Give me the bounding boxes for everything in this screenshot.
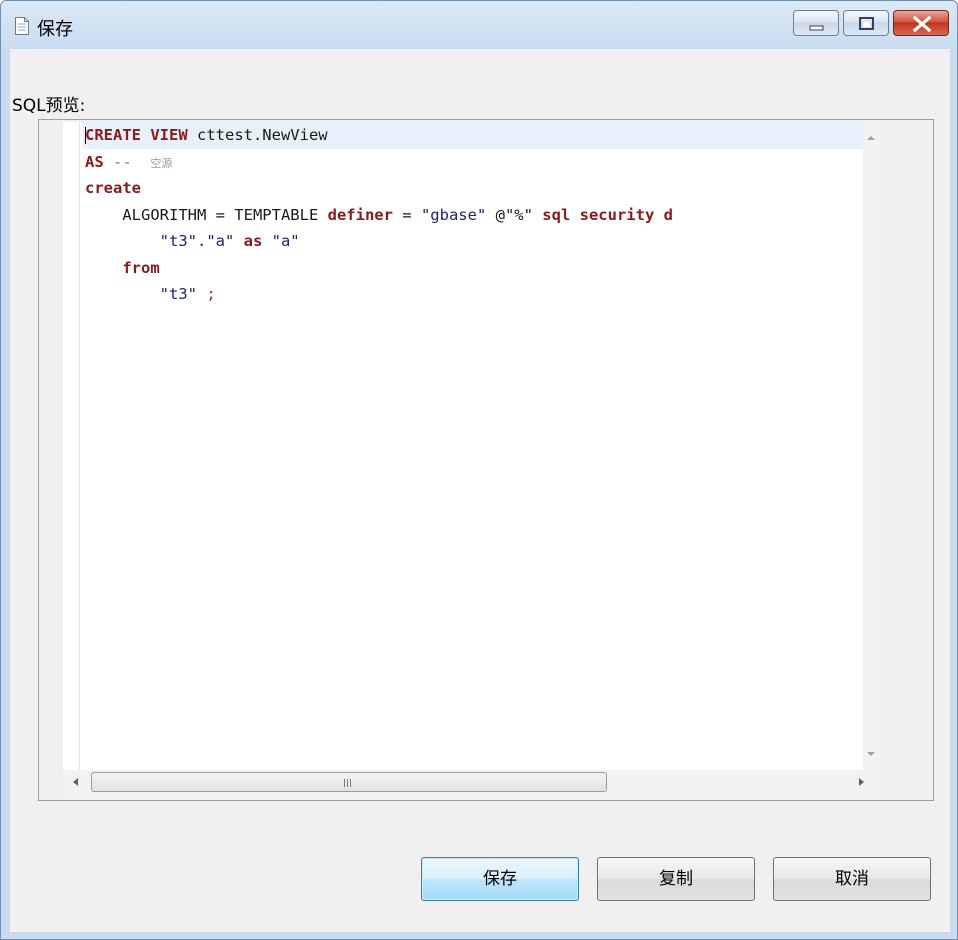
code-token: definer xyxy=(327,205,393,224)
scroll-left-icon[interactable] xyxy=(73,778,78,786)
minimize-icon xyxy=(809,25,824,31)
code-token: = xyxy=(392,205,421,224)
maximize-icon xyxy=(859,17,874,30)
code-token: @"%" xyxy=(486,205,543,224)
code-token: ALGORITHM = TEMPTABLE xyxy=(122,205,328,224)
dialog-body: SQL预览: CREATE VIEW cttest.NewView AS -- 空… xyxy=(10,49,950,932)
code-token: as xyxy=(234,232,272,250)
cancel-button[interactable]: 取消 xyxy=(773,857,931,901)
close-button[interactable] xyxy=(893,10,949,36)
code-token: from xyxy=(122,258,160,277)
grip-icon xyxy=(344,779,353,787)
copy-button[interactable]: 复制 xyxy=(597,857,755,901)
horizontal-scrollbar[interactable] xyxy=(63,770,880,794)
document-icon xyxy=(15,17,29,35)
code-area[interactable]: CREATE VIEW cttest.NewView AS -- 空源 create… xyxy=(83,122,880,770)
scroll-up-icon[interactable] xyxy=(867,136,875,140)
code-line: "t3"."a" as "a" xyxy=(83,228,880,255)
code-token: "a" xyxy=(271,232,300,250)
code-token: sql security d xyxy=(542,205,673,224)
code-line: create xyxy=(83,175,880,202)
maximize-button[interactable] xyxy=(843,10,889,36)
sql-preview-panel: CREATE VIEW cttest.NewView AS -- 空源 create… xyxy=(38,119,934,801)
minimize-button[interactable] xyxy=(793,10,839,36)
code-token: 空源 xyxy=(150,156,173,170)
code-token: AS xyxy=(85,152,104,171)
save-dialog-window: 保存 SQL预览: CREATE VIEW cttest.NewView AS -… xyxy=(0,0,958,940)
scroll-right-icon[interactable] xyxy=(859,778,864,786)
code-line: "t3" ; xyxy=(83,281,880,308)
code-token: ; xyxy=(196,285,216,303)
code-token: CREATE VIEW xyxy=(85,126,188,144)
close-icon xyxy=(912,15,932,33)
vertical-scrollbar[interactable] xyxy=(863,122,880,770)
code-token: "gbase" xyxy=(420,205,487,224)
code-line: ALGORITHM = TEMPTABLE definer = "gbase" … xyxy=(83,202,880,229)
sql-preview-label: SQL预览: xyxy=(12,96,86,116)
scrollbar-thumb[interactable] xyxy=(91,772,607,792)
code-line: from xyxy=(83,255,880,282)
code-token: create xyxy=(85,179,141,197)
code-token: "t3"."a" xyxy=(159,232,235,250)
code-token: cttest.NewView xyxy=(187,126,328,144)
window-title: 保存 xyxy=(37,19,73,40)
editor-gutter xyxy=(79,122,80,770)
save-button[interactable]: 保存 xyxy=(421,857,579,901)
title-bar[interactable]: 保存 xyxy=(1,1,957,49)
scroll-down-icon[interactable] xyxy=(867,752,875,756)
sql-editor[interactable]: CREATE VIEW cttest.NewView AS -- 空源 create… xyxy=(63,122,880,770)
code-token: "t3" xyxy=(159,285,197,303)
code-line: CREATE VIEW cttest.NewView xyxy=(83,122,880,149)
code-token: -- xyxy=(103,152,151,171)
code-line: AS -- 空源 xyxy=(83,149,880,176)
